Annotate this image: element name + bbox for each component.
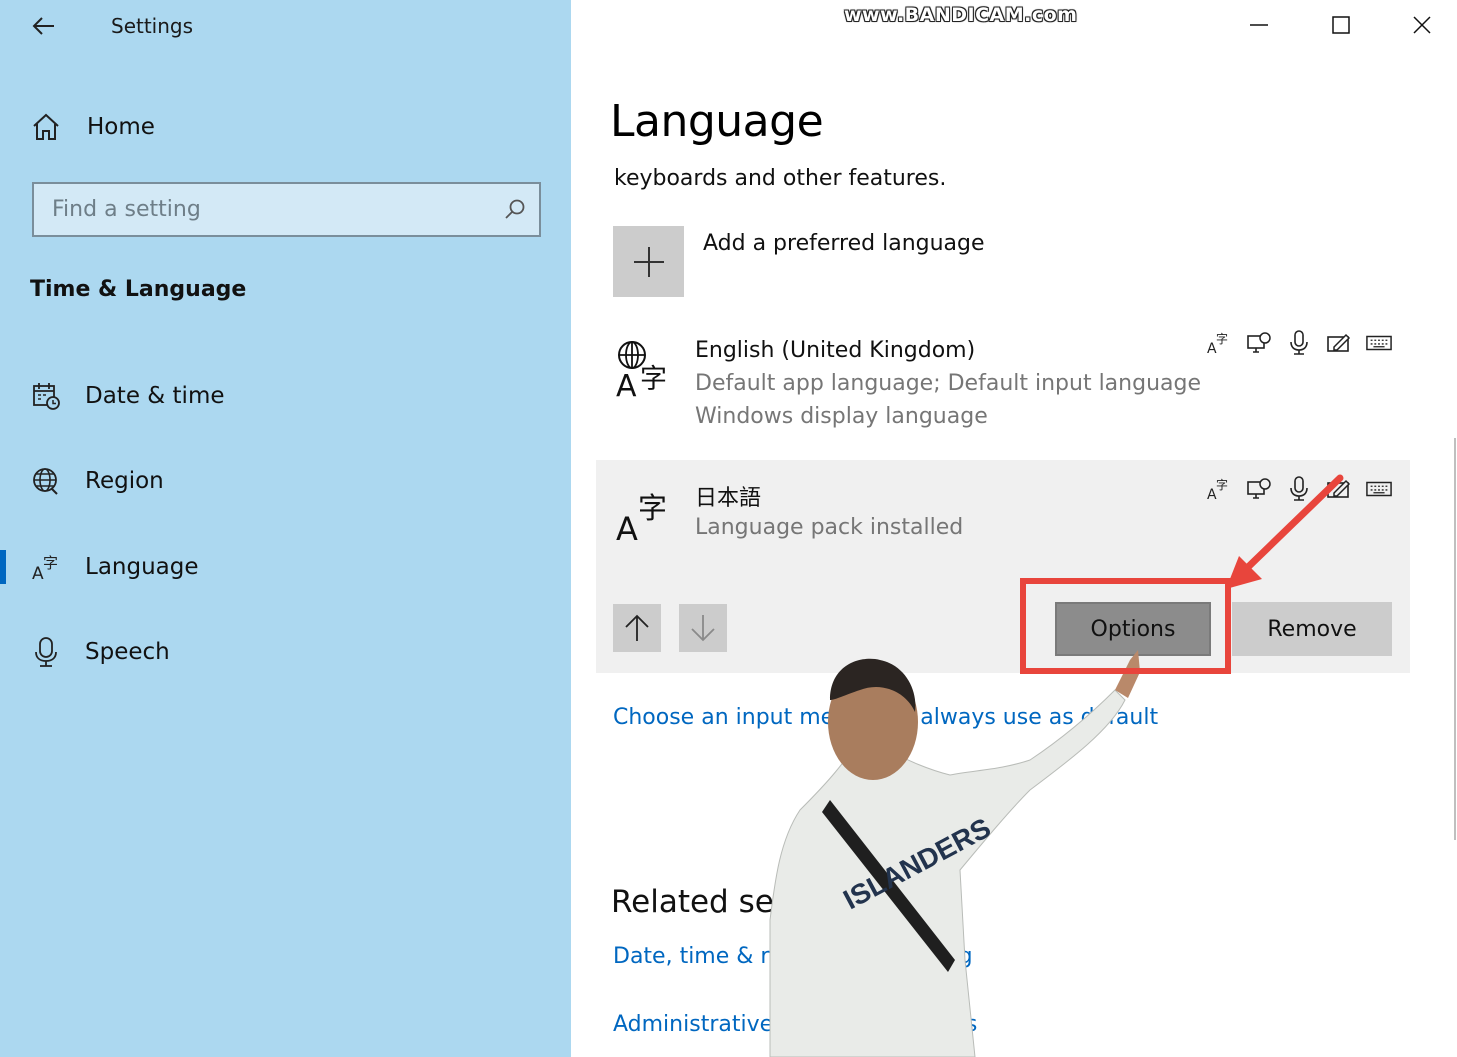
language-pack-icon: A字: [1206, 476, 1232, 502]
sidebar-item-speech[interactable]: Speech: [0, 622, 571, 682]
svg-text:字: 字: [640, 364, 667, 395]
sidebar-item-region[interactable]: Region: [0, 451, 571, 511]
add-language-button[interactable]: [613, 226, 684, 297]
language-icon: A字: [616, 491, 667, 544]
minimize-icon: [1250, 24, 1268, 26]
handwriting-icon: [1326, 330, 1352, 356]
app-title: Settings: [111, 14, 194, 38]
input-method-link[interactable]: Choose an input method to always use as …: [613, 705, 1158, 730]
search-icon[interactable]: [503, 197, 527, 221]
home-icon: [33, 113, 59, 140]
related-link-administrative-language[interactable]: Administrative language settings: [613, 1012, 977, 1037]
display-language-icon: [1246, 330, 1272, 356]
search-box: [32, 182, 541, 237]
arrow-up-icon: [625, 614, 649, 641]
arrow-down-icon: [691, 615, 715, 642]
handwriting-icon: [1326, 476, 1352, 502]
language-detail: Default app language; Default input lang…: [695, 371, 1201, 396]
related-settings-heading: Related settings: [611, 884, 863, 920]
speech-icon: [1286, 330, 1312, 356]
sidebar-item-label: Region: [85, 468, 164, 494]
close-button[interactable]: [1382, 0, 1457, 50]
sidebar-item-date-time[interactable]: Date & time: [0, 366, 571, 426]
language-pack-icon: A字: [1206, 330, 1232, 356]
page-title: Language: [610, 96, 824, 147]
maximize-button[interactable]: [1301, 0, 1381, 50]
minimize-button[interactable]: [1219, 0, 1299, 50]
keyboard-icon: [1366, 476, 1392, 502]
search-input[interactable]: [34, 184, 539, 235]
home-label: Home: [87, 114, 155, 140]
svg-text:字: 字: [43, 554, 58, 572]
svg-text:字: 字: [1216, 477, 1228, 492]
svg-text:A: A: [616, 510, 638, 544]
close-icon: [1413, 16, 1431, 34]
sidebar-item-label: Language: [85, 554, 199, 580]
sidebar-item-label: Speech: [85, 639, 170, 665]
back-arrow-icon: [32, 17, 54, 35]
svg-text:字: 字: [638, 491, 667, 525]
page-description: keyboards and other features.: [614, 166, 947, 191]
language-name: English (United Kingdom): [695, 338, 976, 363]
sidebar-item-language[interactable]: A字 Language: [0, 537, 571, 597]
sidebar-item-label: Date & time: [85, 383, 225, 409]
speech-icon: [1286, 476, 1312, 502]
home-nav-item[interactable]: Home: [30, 106, 155, 148]
calendar-clock-icon: [30, 380, 62, 412]
feature-icons: A字: [1206, 476, 1392, 502]
svg-text:字: 字: [1216, 331, 1228, 346]
microphone-icon: [30, 636, 62, 668]
svg-text:A: A: [616, 369, 637, 400]
add-language-label[interactable]: Add a preferred language: [703, 231, 985, 256]
section-title: Time & Language: [30, 277, 247, 302]
language-icon: A字: [30, 551, 62, 583]
move-down-button[interactable]: [679, 604, 727, 652]
recording-watermark: www.BANDICAM.com: [844, 4, 1078, 26]
back-button[interactable]: [22, 6, 66, 46]
sidebar: Settings Home Time & Language Date & tim…: [0, 0, 571, 1057]
maximize-icon: [1332, 16, 1350, 34]
keyboard-icon: [1366, 330, 1392, 356]
language-detail: Language pack installed: [695, 515, 964, 540]
scrollbar[interactable]: [1454, 438, 1456, 840]
plus-icon: [633, 246, 664, 277]
options-button[interactable]: Options: [1055, 602, 1211, 656]
move-up-button[interactable]: [613, 604, 661, 652]
language-name: 日本語: [695, 486, 762, 511]
display-language-icon: [1246, 476, 1272, 502]
language-row-english[interactable]: A字 English (United Kingdom) Default app …: [596, 318, 1410, 444]
globe-icon: [30, 465, 62, 497]
feature-icons: A字: [1206, 330, 1392, 356]
language-detail: Windows display language: [695, 404, 988, 429]
remove-button[interactable]: Remove: [1232, 602, 1392, 656]
related-link-date-time-formatting[interactable]: Date, time & regional formatting: [613, 944, 973, 969]
language-globe-icon: A字: [616, 341, 667, 400]
